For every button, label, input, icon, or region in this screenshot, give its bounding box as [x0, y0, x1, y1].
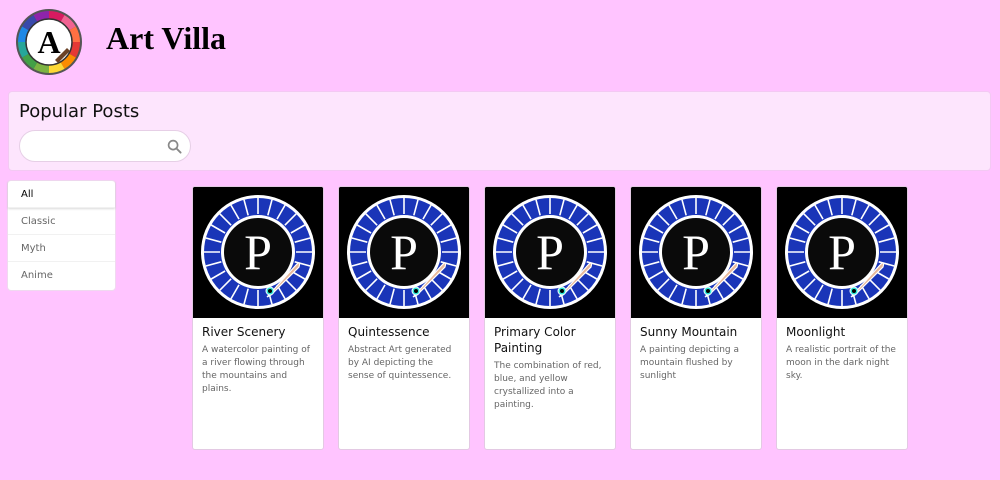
post-image-letter: P	[682, 224, 710, 280]
category-filter-list: All Classic Myth Anime	[8, 181, 115, 290]
post-description: A painting depicting a mountain flushed …	[640, 345, 739, 381]
filter-anime[interactable]: Anime	[8, 262, 115, 289]
filter-myth[interactable]: Myth	[8, 235, 115, 262]
site-title: Art Villa	[106, 20, 226, 56]
post-title[interactable]: River Scenery	[193, 318, 323, 340]
paint-brush-logo-icon[interactable]: P	[193, 187, 323, 318]
post-title[interactable]: Moonlight	[777, 318, 907, 340]
post-title[interactable]: Quintessence	[339, 318, 469, 340]
paint-brush-logo-icon[interactable]: P	[631, 187, 761, 318]
post-image-letter: P	[536, 224, 564, 280]
panel-title: Popular Posts	[19, 101, 140, 122]
popular-posts-panel: Popular Posts	[8, 91, 991, 171]
post-image-letter: P	[244, 224, 272, 280]
paint-brush-logo-icon[interactable]: P	[485, 187, 615, 318]
post-description: The combination of red, blue, and yellow…	[494, 361, 602, 410]
post-title[interactable]: Sunny Mountain	[631, 318, 761, 340]
post-description: Abstract Art generated by AI depicting t…	[348, 345, 452, 381]
site-header: A Art Villa	[0, 0, 1000, 86]
post-image-letter: P	[390, 224, 418, 280]
post-title[interactable]: Primary Color Painting	[485, 318, 615, 356]
filter-classic[interactable]: Classic	[8, 208, 115, 235]
search-box[interactable]	[19, 130, 191, 162]
post-description: A watercolor painting of a river flowing…	[202, 345, 310, 394]
logo-letter: A	[37, 24, 60, 60]
post-description: A realistic portrait of the moon in the …	[786, 345, 896, 381]
post-card-primary-color-painting[interactable]: P Primary Color Painting The combination…	[484, 186, 616, 450]
post-card-sunny-mountain[interactable]: P Sunny Mountain A painting depicting a …	[630, 186, 762, 450]
paint-brush-logo-icon[interactable]: P	[777, 187, 907, 318]
post-image-letter: P	[828, 224, 856, 280]
palette-logo-icon[interactable]: A	[15, 8, 83, 76]
post-card-quintessence[interactable]: P Quintessence Abstract Art generated by…	[338, 186, 470, 450]
post-card-river-scenery[interactable]: P River Scenery A watercolor painting of…	[192, 186, 324, 450]
paint-brush-logo-icon[interactable]: P	[339, 187, 469, 318]
search-input[interactable]	[32, 137, 167, 155]
post-card-moonlight[interactable]: P Moonlight A realistic portrait of the …	[776, 186, 908, 450]
filter-all[interactable]: All	[8, 181, 115, 208]
search-icon[interactable]	[167, 139, 182, 154]
